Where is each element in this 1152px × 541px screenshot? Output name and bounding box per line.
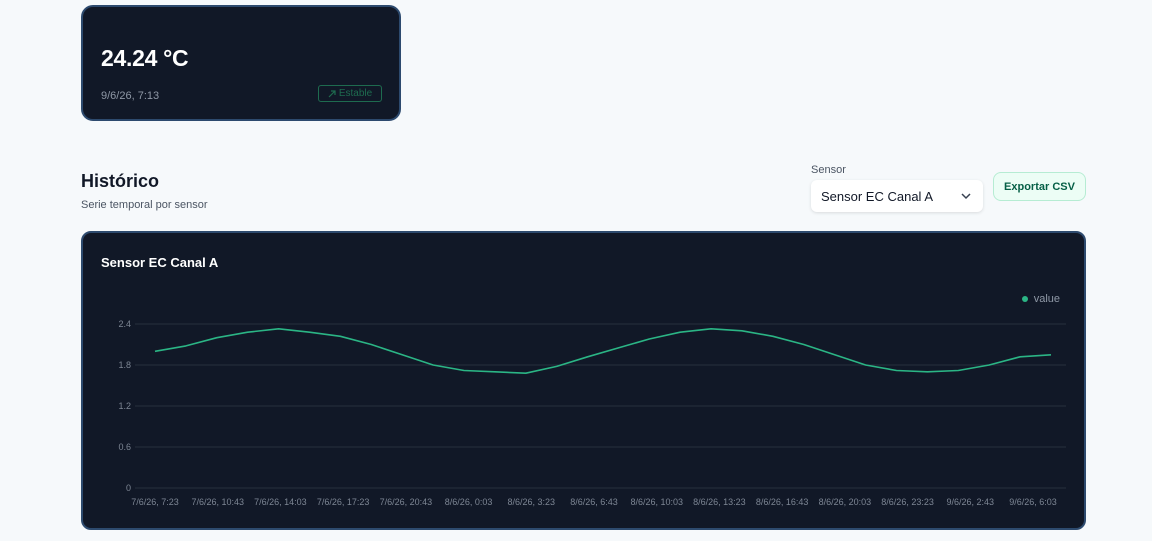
chart-title: Sensor EC Canal A <box>101 255 219 270</box>
status-badge: Estable <box>318 85 382 102</box>
chevron-down-icon <box>961 193 971 200</box>
legend-dot-icon <box>1021 296 1028 302</box>
section-title: Histórico <box>81 171 160 191</box>
y-tick-label: 0.6 <box>118 442 131 452</box>
x-tick-label: 8/6/26, 23:23 <box>881 497 934 507</box>
x-tick-label: 9/6/26, 6:03 <box>1009 497 1057 507</box>
legend-label: value <box>1033 293 1060 305</box>
sensor-select-value: Sensor EC Canal A <box>821 188 934 204</box>
chart-legend: value <box>1021 293 1060 305</box>
series-line-value <box>154 328 1052 374</box>
sensor-select-label: Sensor <box>811 164 846 176</box>
status-badge-label: Estable <box>338 88 373 99</box>
x-tick-label: 8/6/26, 0:03 <box>445 497 493 507</box>
y-tick-label: 0 <box>126 483 131 493</box>
y-tick-label: 1.2 <box>118 401 131 411</box>
x-tick-label: 8/6/26, 10:03 <box>630 497 683 507</box>
x-tick-label: 7/6/26, 10:43 <box>191 497 244 507</box>
arrow-up-right-icon <box>328 89 336 97</box>
x-tick-label: 8/6/26, 3:23 <box>508 497 556 507</box>
x-tick-label: 8/6/26, 13:23 <box>693 497 746 507</box>
temperature-card: 24.24 °C 9/6/26, 7:13 Estable <box>81 5 401 121</box>
chart-card: 0 0.6 1.2 1.8 2.4 7/6/26, 7:23 7/6/26, 10:43 7/… <box>81 231 1086 530</box>
x-tick-label: 8/6/26, 6:43 <box>570 497 618 507</box>
x-tick-label: 7/6/26, 17:23 <box>317 497 370 507</box>
x-tick-label: 9/6/26, 2:43 <box>947 497 995 507</box>
temperature-timestamp: 9/6/26, 7:13 <box>101 90 160 102</box>
temperature-value: 24.24 °C <box>101 45 189 71</box>
y-tick-label: 2.4 <box>118 319 131 329</box>
x-tick-label: 8/6/26, 16:43 <box>756 497 809 507</box>
line-chart: 0 0.6 1.2 1.8 2.4 7/6/26, 7:23 7/6/26, 10:43 7/… <box>118 319 1066 507</box>
y-tick-label: 1.8 <box>118 360 131 370</box>
section-subtitle: Serie temporal por sensor <box>81 199 208 211</box>
export-csv-button[interactable]: Exportar CSV <box>993 172 1086 201</box>
x-tick-label: 8/6/26, 20:03 <box>819 497 872 507</box>
x-tick-label: 7/6/26, 14:03 <box>254 497 307 507</box>
x-tick-label: 7/6/26, 20:43 <box>380 497 433 507</box>
sensor-select[interactable]: Sensor EC Canal A <box>811 180 983 212</box>
x-tick-label: 7/6/26, 7:23 <box>131 497 179 507</box>
